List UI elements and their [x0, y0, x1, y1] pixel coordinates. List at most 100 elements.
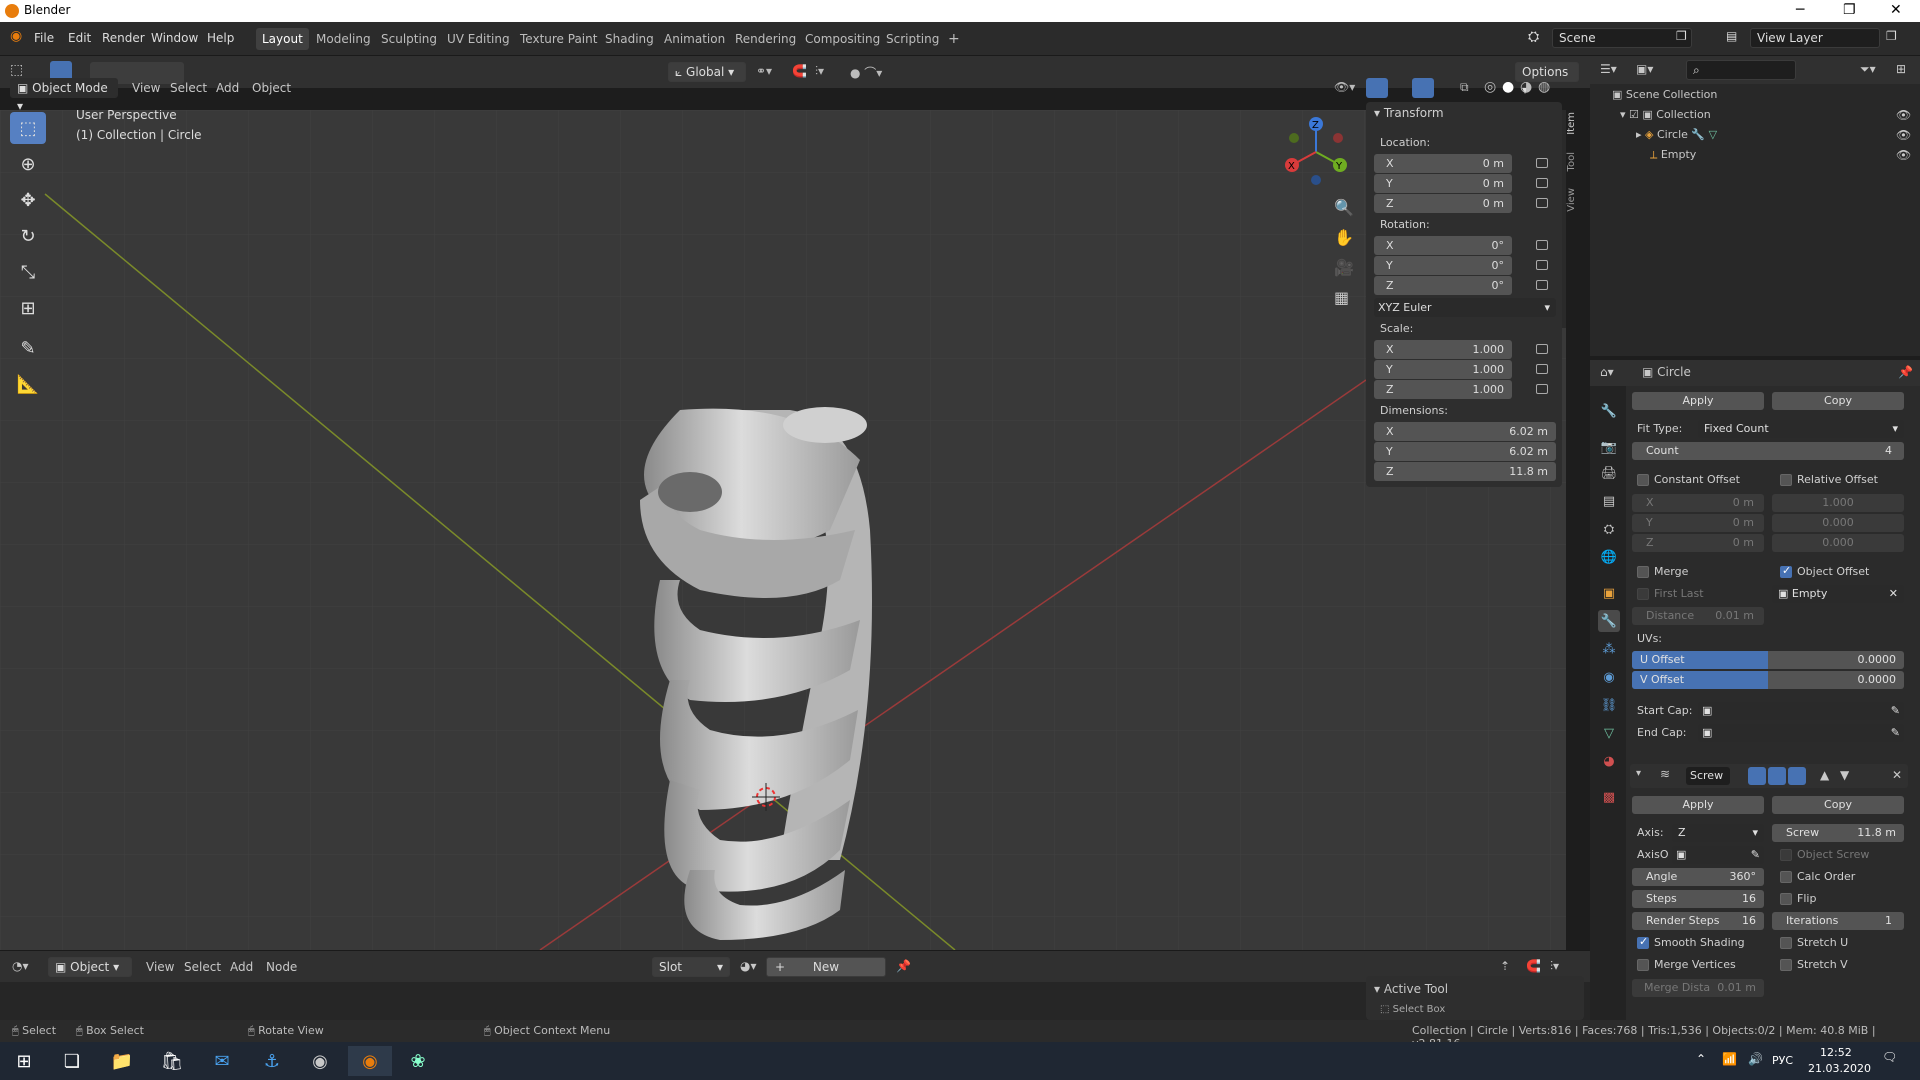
editmode-toggle-icon[interactable] [1788, 767, 1806, 785]
add-workspace-button[interactable]: + [942, 28, 966, 50]
overlay-toggle-icon[interactable] [1412, 78, 1434, 98]
properties-editor-icon[interactable]: ⌂▾ [1600, 365, 1614, 379]
world-tab-icon[interactable]: 🌐 [1598, 546, 1620, 568]
steps-field[interactable]: Steps 16 [1632, 890, 1764, 908]
stretch-v-checkbox[interactable] [1780, 959, 1792, 971]
count-field[interactable]: Count 4 [1632, 442, 1904, 460]
tool-tab-icon[interactable]: 🔧 [1598, 400, 1620, 422]
rel-offset-z[interactable]: 0.000 [1772, 534, 1904, 552]
outliner-search-input[interactable]: ⌕ [1686, 60, 1796, 80]
editor-type-icon[interactable]: ⬚ [10, 62, 23, 78]
vp-menu-select[interactable]: Select [170, 81, 207, 95]
close-button[interactable]: ✕ [1890, 2, 1902, 18]
pan-hand-icon[interactable]: ✋ [1334, 228, 1354, 247]
physics-tab-icon[interactable]: ◉ [1598, 666, 1620, 688]
scene-tab-icon[interactable]: ⛭ [1598, 518, 1620, 540]
vp-menu-object[interactable]: Object [252, 81, 291, 95]
axis-object-field[interactable]: ▣ ✎ [1672, 846, 1764, 864]
dimension-z-field[interactable]: Z 11.8 m [1374, 462, 1556, 481]
array-copy-button[interactable]: Copy [1772, 392, 1904, 410]
object-tab-icon[interactable]: ▣ [1598, 582, 1620, 604]
calc-order-checkbox[interactable] [1780, 871, 1792, 883]
pivot-icon[interactable]: ⚭▾ [756, 64, 772, 78]
scene-selector[interactable]: Scene [1552, 28, 1692, 48]
tab-sculpting[interactable]: Sculpting [375, 28, 443, 50]
store-icon[interactable]: 🛍 [150, 1046, 194, 1076]
rotation-x-field[interactable]: X 0° [1374, 236, 1512, 255]
node-menu-add[interactable]: Add [230, 960, 253, 974]
end-cap-field[interactable]: ▣ ✎ [1698, 724, 1904, 742]
zoom-icon[interactable]: 🔍 [1334, 198, 1354, 217]
chrome-icon[interactable]: ◉ [298, 1046, 342, 1076]
move-tool-icon[interactable]: ✥ [10, 184, 46, 216]
merge-distance-field[interactable]: Merge Dista 0.01 m [1632, 979, 1764, 997]
modifier-tab-icon[interactable]: 🔧 [1598, 610, 1620, 632]
render-steps-field[interactable]: Render Steps 16 [1632, 912, 1764, 930]
measure-tool-icon[interactable]: 📐 [10, 368, 46, 400]
remove-modifier-icon[interactable]: ✕ [1892, 768, 1902, 782]
material-browse-icon[interactable]: ◕▾ [740, 959, 757, 973]
app-icon[interactable]: ⚓ [250, 1046, 294, 1076]
outliner-editor-icon[interactable]: ☰▾ [1600, 62, 1617, 76]
eye-icon[interactable]: 👁 [1896, 148, 1911, 162]
annotate-tool-icon[interactable]: ✎ [10, 332, 46, 364]
material-tab-icon[interactable]: ◕ [1598, 750, 1620, 772]
clock-time[interactable]: 12:52 [1820, 1046, 1852, 1059]
screw-offset-field[interactable]: Screw 11.8 m [1772, 824, 1904, 842]
pin-icon[interactable]: 📌 [896, 959, 911, 973]
eye-icon[interactable]: 👁 [1896, 128, 1911, 142]
navigation-gizmo[interactable]: Z Y X [1278, 110, 1362, 194]
rotate-tool-icon[interactable]: ↻ [10, 220, 46, 252]
offset-object-field[interactable]: ▣ Empty ✕ [1772, 585, 1904, 603]
sidebar-tab-tool[interactable]: Tool [1566, 152, 1577, 171]
smooth-shading-checkbox[interactable] [1637, 935, 1649, 949]
render-toggle-icon[interactable] [1748, 767, 1766, 785]
windows-start-icon[interactable]: ⊞ [2, 1046, 46, 1076]
location-y-field[interactable]: Y0 m [1374, 174, 1512, 193]
blender-menu-icon[interactable]: ◉ [10, 28, 22, 44]
rel-offset-y[interactable]: 0.000 [1772, 514, 1904, 532]
particles-tab-icon[interactable]: ⁂ [1598, 638, 1620, 660]
view-layer-selector[interactable]: View Layer [1750, 28, 1880, 48]
distance-field[interactable]: Distance 0.01 m [1632, 607, 1764, 625]
volume-icon[interactable]: 🔊 [1748, 1052, 1763, 1066]
render-tab-icon[interactable]: 📷 [1598, 436, 1620, 458]
lock-icon[interactable] [1536, 384, 1548, 394]
transform-header[interactable]: ▾ Transform [1374, 106, 1444, 120]
maximize-button[interactable]: ❐ [1843, 2, 1856, 18]
rel-offset-x[interactable]: 1.000 [1772, 494, 1904, 512]
angle-field[interactable]: Angle 360° [1632, 868, 1764, 886]
output-tab-icon[interactable]: 🖨 [1598, 462, 1620, 484]
snap-icon[interactable]: 🧲 [792, 64, 807, 78]
collapse-icon[interactable]: ▾ [1636, 768, 1641, 779]
parent-node-icon[interactable]: ⇡ [1500, 959, 1510, 973]
notifications-icon[interactable]: 🗨 [1882, 1050, 1897, 1064]
stretch-u-checkbox[interactable] [1780, 937, 1792, 949]
constant-offset-checkbox[interactable] [1637, 474, 1649, 486]
relative-offset-checkbox[interactable] [1780, 474, 1792, 486]
tab-animation[interactable]: Animation [658, 28, 731, 50]
texture-tab-icon[interactable]: ▩ [1598, 786, 1620, 808]
view-layer-tab-icon[interactable]: ▤ [1598, 490, 1620, 512]
collection-row[interactable]: ▾ ☑ ▣ Collection [1620, 108, 1711, 121]
3d-viewport[interactable]: User Perspective (1) Collection | Circle… [0, 110, 1566, 950]
const-offset-x[interactable]: X0 m [1632, 494, 1764, 512]
node-menu-view[interactable]: View [146, 960, 174, 974]
cursor-tool-icon[interactable]: ⊕ [10, 148, 46, 180]
move-down-icon[interactable]: ▼ [1840, 768, 1849, 782]
flip-checkbox[interactable] [1780, 893, 1792, 905]
merge-checkbox[interactable] [1637, 566, 1649, 578]
shading-solid-icon[interactable]: ● [1502, 79, 1514, 95]
lock-icon[interactable] [1536, 178, 1548, 188]
move-up-icon[interactable]: ▲ [1820, 768, 1829, 782]
shading-rendered-icon[interactable]: ◍ [1538, 79, 1550, 95]
lock-icon[interactable] [1536, 158, 1548, 168]
fit-type-dropdown[interactable]: Fixed Count ▾ [1698, 420, 1904, 438]
sidebar-tab-item[interactable]: Item [1566, 112, 1577, 135]
new-material-button[interactable]: + New [766, 957, 886, 977]
iterations-field[interactable]: Iterations 1 [1772, 912, 1904, 930]
transform-tool-icon[interactable]: ⊞ [10, 292, 46, 324]
view-layer-icon[interactable]: ▤ [1726, 29, 1737, 43]
start-cap-field[interactable]: ▣ ✎ [1698, 702, 1904, 720]
lock-icon[interactable] [1536, 344, 1548, 354]
